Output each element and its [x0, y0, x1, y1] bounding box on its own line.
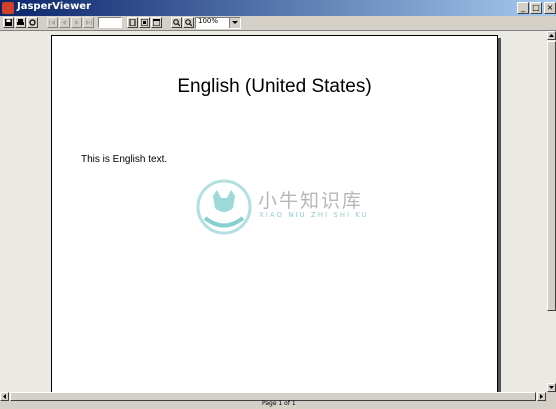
zoom-out-icon [185, 19, 192, 26]
zoom-in-icon [173, 19, 180, 26]
previous-page-icon [62, 20, 66, 25]
fit-page-button[interactable] [139, 17, 150, 28]
actual-size-icon [129, 19, 136, 26]
scroll-right-button[interactable] [537, 392, 546, 401]
next-page-icon [75, 20, 79, 25]
zoom-value: 100% [198, 17, 219, 25]
report-title: English (United States) [177, 76, 372, 97]
scroll-left-button[interactable] [0, 392, 9, 401]
report-page: English (United States) This is English … [51, 35, 498, 392]
first-page-button[interactable] [47, 17, 58, 28]
vertical-scroll-thumb[interactable] [547, 41, 556, 311]
watermark-pinyin: XIAO NIU ZHI SHI KU [259, 211, 369, 219]
close-button[interactable]: × [544, 2, 556, 14]
left-arrow-icon [3, 394, 6, 399]
watermark-chinese: 小牛知识库 [258, 190, 364, 212]
last-page-button[interactable] [83, 17, 94, 28]
save-icon [5, 19, 12, 26]
maximize-button[interactable]: □ [530, 2, 542, 14]
fit-width-button[interactable] [151, 17, 162, 28]
report-body-text: This is English text. [81, 154, 168, 165]
zoom-out-button[interactable] [183, 17, 194, 28]
print-icon [17, 19, 24, 25]
zoom-in-button[interactable] [171, 17, 182, 28]
fit-width-icon [153, 19, 160, 26]
page-number-input[interactable] [98, 17, 122, 28]
last-page-icon [86, 20, 92, 25]
chevron-down-icon[interactable] [229, 18, 240, 28]
status-bar: Page 1 of 1 [0, 400, 556, 409]
actual-size-button[interactable] [127, 17, 138, 28]
toolbar: 100% [0, 16, 556, 31]
up-arrow-icon [549, 34, 554, 37]
scroll-up-button[interactable] [547, 31, 556, 40]
window-title: JasperViewer [17, 1, 92, 12]
first-page-icon [49, 20, 55, 25]
app-icon[interactable] [2, 2, 14, 14]
watermark-logo-icon [196, 179, 252, 235]
reload-icon [29, 19, 36, 26]
page-status: Page 1 of 1 [262, 400, 296, 407]
reload-button[interactable] [27, 17, 38, 28]
report-viewer-area: English (United States) This is English … [0, 31, 546, 392]
next-page-button[interactable] [71, 17, 82, 28]
vertical-scrollbar[interactable] [546, 31, 556, 392]
title-bar: JasperViewer _ □ × [0, 0, 556, 16]
fit-page-icon [141, 19, 148, 26]
scrollbar-corner [546, 392, 556, 401]
zoom-select[interactable]: 100% [195, 17, 241, 29]
scroll-down-button[interactable] [547, 383, 556, 392]
minimize-button[interactable]: _ [517, 2, 529, 14]
print-button[interactable] [15, 17, 26, 28]
right-arrow-icon [540, 394, 543, 399]
down-arrow-icon [549, 386, 554, 389]
previous-page-button[interactable] [59, 17, 70, 28]
save-button[interactable] [3, 17, 14, 28]
